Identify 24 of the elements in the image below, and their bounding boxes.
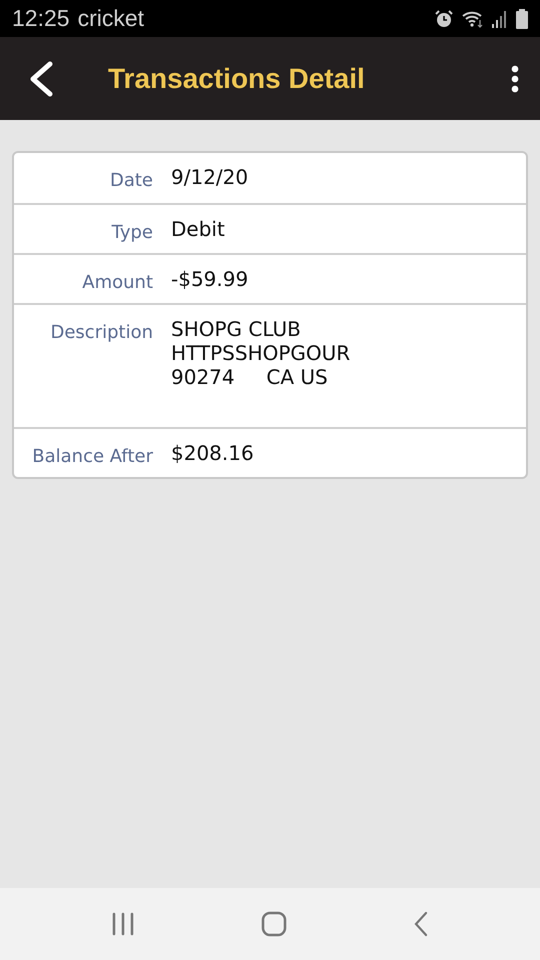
field-value: Debit	[171, 217, 225, 241]
wifi-icon	[462, 10, 484, 28]
carrier-name: cricket	[78, 4, 144, 34]
field-value: 9/12/20	[171, 165, 248, 189]
more-options-button[interactable]	[510, 64, 520, 92]
field-value: SHOPG CLUB	[171, 317, 302, 341]
field-label: Description	[49, 321, 153, 345]
field-value: -$59.99	[171, 267, 248, 291]
field-value: $208.16	[171, 441, 254, 465]
signal-icon	[492, 10, 508, 28]
back-nav-button[interactable]	[413, 911, 429, 937]
status-time: 12:25	[12, 4, 70, 34]
screen-title: Transactions Detail	[108, 62, 366, 96]
battery-icon	[516, 8, 528, 28]
field-label: Date	[108, 169, 153, 193]
field-label: Balance After	[31, 445, 153, 469]
recent-apps-button[interactable]	[111, 912, 135, 936]
home-button[interactable]	[261, 911, 287, 937]
field-label: Amount	[81, 271, 153, 295]
field-value: HTTPSSHOPGOUR	[171, 341, 350, 365]
field-label: Type	[110, 221, 153, 245]
field-value: 90274 CA US	[171, 365, 329, 389]
alarm-icon	[434, 8, 454, 28]
back-button[interactable]	[28, 60, 54, 96]
